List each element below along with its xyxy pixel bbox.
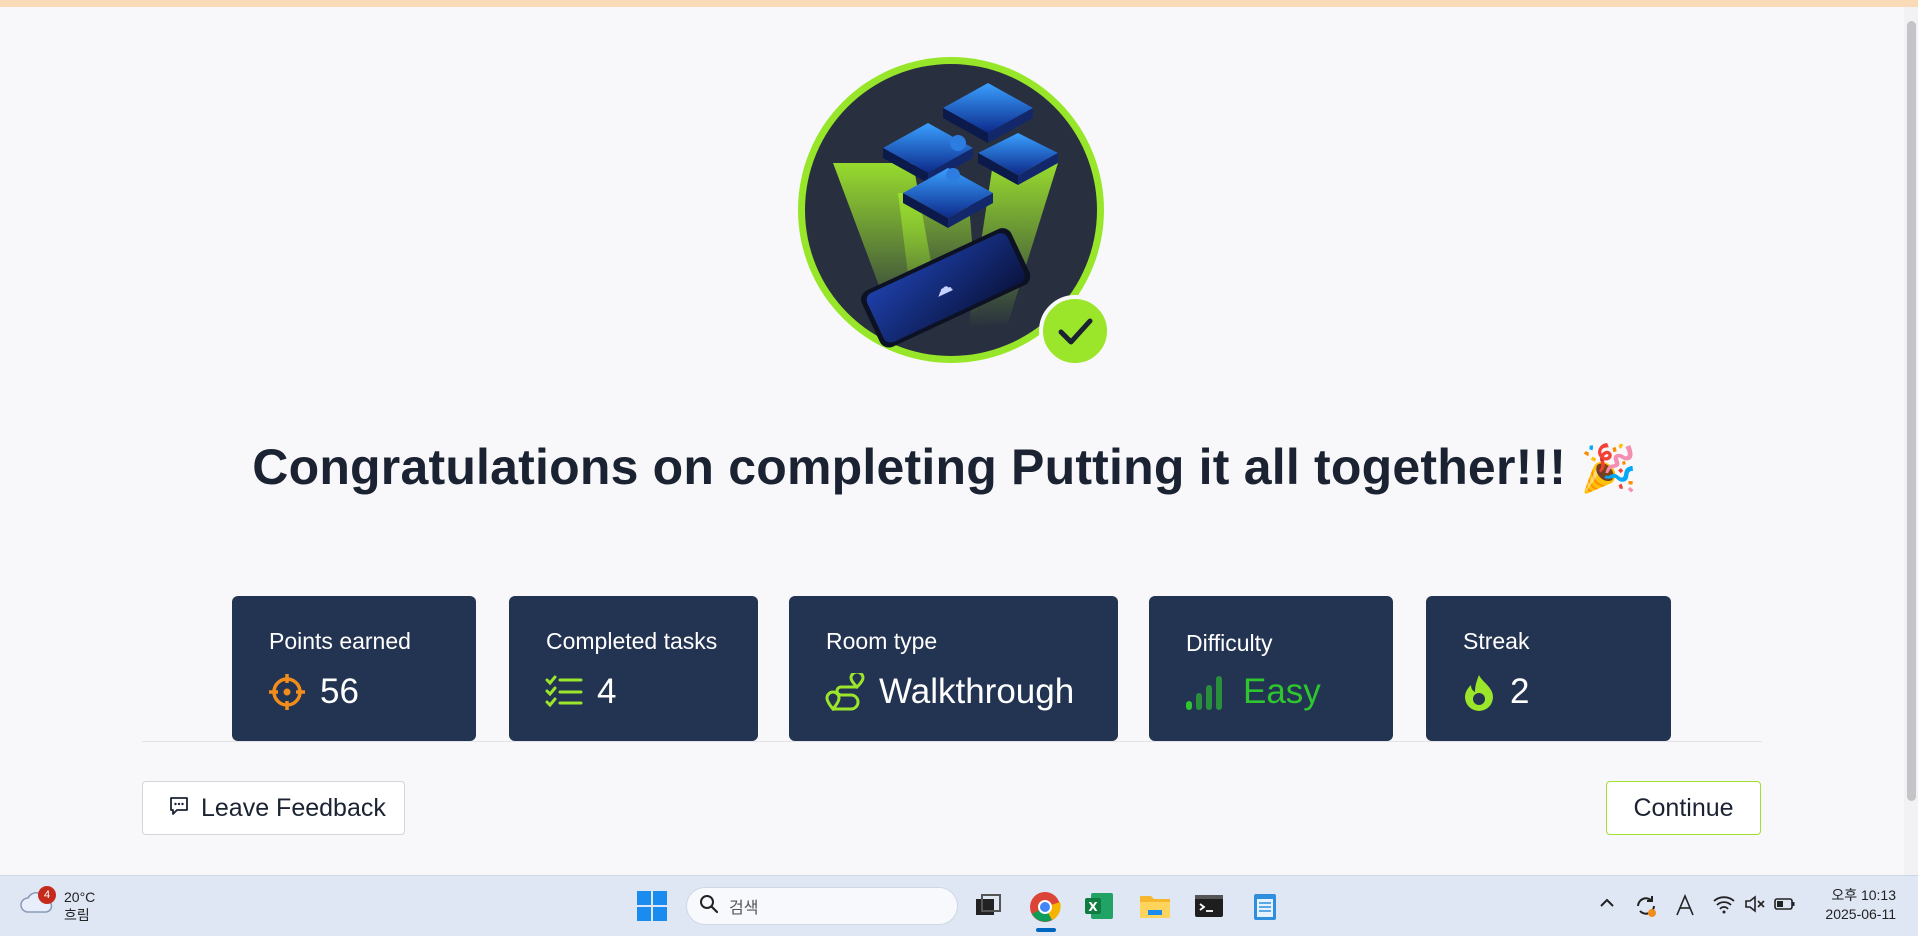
svg-text:X: X	[1088, 900, 1098, 914]
continue-label: Continue	[1633, 793, 1734, 822]
stat-value: Easy	[1243, 672, 1321, 711]
stat-label: Difficulty	[1186, 630, 1273, 656]
wifi-icon[interactable]	[1713, 894, 1735, 919]
continue-button[interactable]: Continue	[1606, 781, 1761, 835]
checklist-icon	[545, 674, 583, 710]
divider	[142, 741, 1762, 742]
weather-condition: 흐림	[64, 907, 90, 923]
stat-label: Streak	[1463, 628, 1530, 654]
taskbar-search[interactable]: 검색	[686, 887, 958, 925]
stat-value: 2	[1510, 672, 1530, 711]
search-icon	[699, 894, 719, 919]
stat-card-room-type: Room type Walkthrough	[789, 596, 1118, 741]
search-placeholder: 검색	[729, 900, 759, 917]
chevron-up-icon[interactable]	[1598, 894, 1616, 917]
stat-card-points: Points earned 56	[232, 596, 476, 741]
leave-feedback-button[interactable]: Leave Feedback	[142, 781, 405, 835]
stat-value: Walkthrough	[879, 672, 1075, 711]
active-app-indicator	[1036, 928, 1056, 932]
stat-card-tasks: Completed tasks 4	[509, 596, 758, 741]
notepad-icon[interactable]	[1249, 890, 1281, 922]
title-text: Congratulations on completing Putting it…	[252, 439, 1567, 495]
scroll-thumb[interactable]	[1907, 21, 1916, 801]
route-icon	[825, 673, 865, 711]
battery-icon[interactable]	[1774, 894, 1796, 919]
clock[interactable]: 오후 10:13 2025-06-11	[1810, 886, 1896, 924]
terminal-icon[interactable]	[1193, 890, 1225, 922]
signal-bars-icon	[1185, 673, 1229, 711]
time: 오후 10:13	[1831, 887, 1896, 903]
notification-badge: 4	[38, 886, 56, 904]
excel-icon[interactable]: X	[1083, 890, 1115, 922]
stat-label: Room type	[826, 628, 938, 654]
feedback-icon	[169, 794, 189, 823]
top-notification-strip	[0, 0, 1918, 7]
task-view-icon[interactable]	[972, 890, 1004, 922]
weather-widget[interactable]: 4 20°C 흐림	[20, 886, 96, 924]
stat-value: 4	[597, 672, 617, 711]
mute-icon[interactable]	[1744, 894, 1766, 919]
sync-icon[interactable]	[1634, 894, 1658, 923]
taskbar: 4 20°C 흐림 검색 X 오후 10:13 2025-06-11	[0, 875, 1918, 936]
stat-label: Completed tasks	[546, 628, 718, 654]
scrollbar[interactable]	[1904, 7, 1918, 875]
stat-value: 56	[320, 672, 359, 711]
stat-card-streak: Streak 2	[1426, 596, 1671, 741]
temperature: 20°C	[64, 889, 96, 905]
windows-start-icon[interactable]	[636, 890, 668, 927]
feedback-label: Leave Feedback	[201, 793, 386, 822]
stat-card-difficulty: Difficulty Easy	[1149, 596, 1393, 741]
chrome-icon[interactable]	[1028, 890, 1061, 922]
room-badge: ☁	[793, 53, 1111, 369]
page-title: Congratulations on completing Putting it…	[0, 438, 1890, 496]
ime-icon[interactable]	[1675, 893, 1695, 921]
date: 2025-06-11	[1825, 906, 1896, 922]
file-explorer-icon[interactable]	[1138, 890, 1170, 922]
flame-icon	[1462, 673, 1496, 711]
party-popper-icon: 🎉	[1580, 442, 1638, 494]
target-icon	[268, 673, 306, 711]
stat-label: Points earned	[269, 628, 411, 654]
